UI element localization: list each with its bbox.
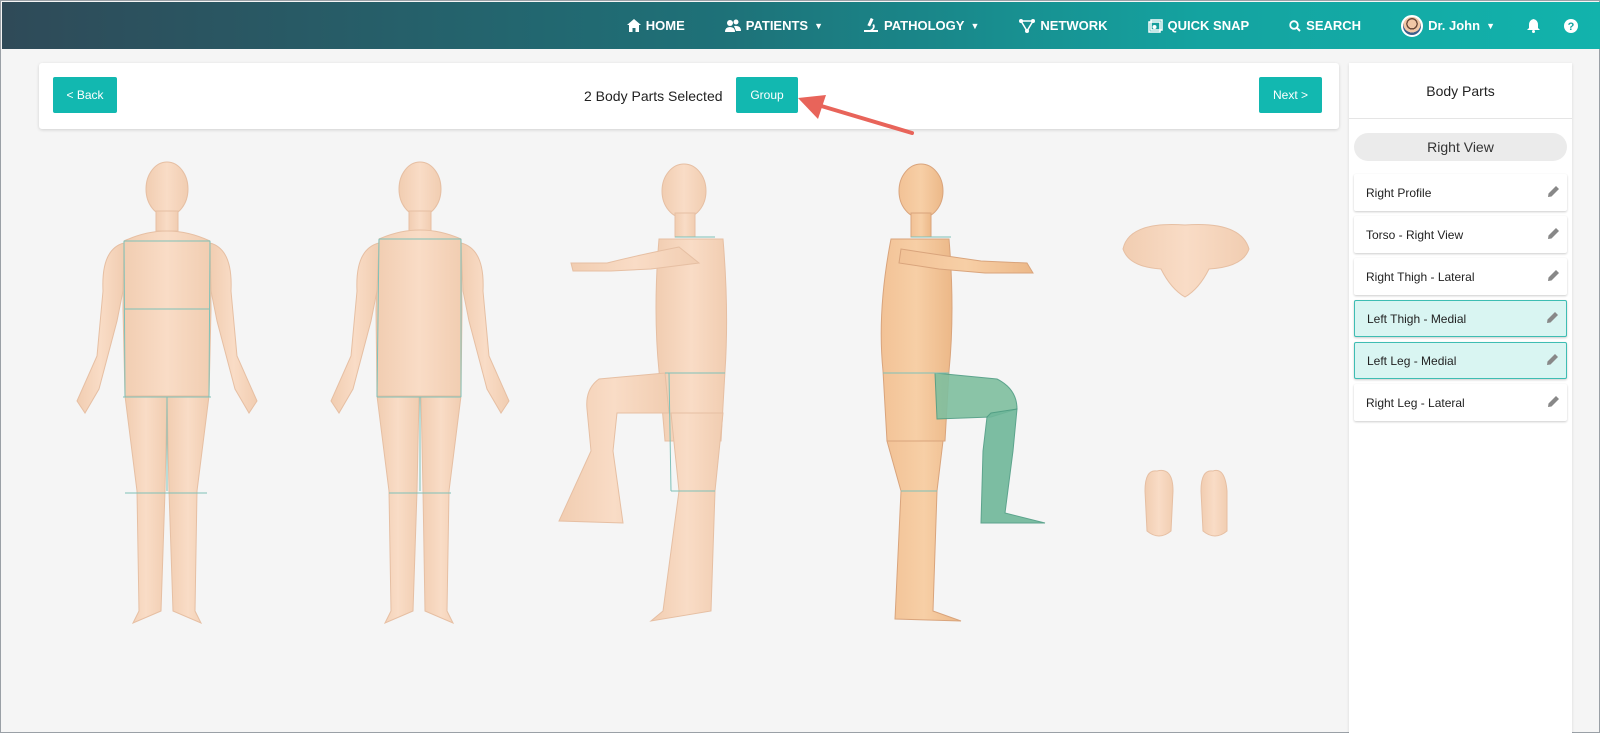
home-icon	[626, 19, 641, 32]
group-button[interactable]: Group	[736, 77, 798, 113]
nav-quick-snap[interactable]: QUICK SNAP	[1128, 2, 1270, 49]
top-navbar: HOME PATIENTS ▼ PATHOLOGY ▼ NETWORK QUIC…	[2, 2, 1600, 49]
chevron-down-icon: ▼	[1486, 20, 1495, 31]
app-frame: HOME PATIENTS ▼ PATHOLOGY ▼ NETWORK QUIC…	[0, 0, 1600, 733]
body-part-label: Right Profile	[1366, 185, 1432, 200]
body-parts-panel: Body Parts Right View Right Profile Torso…	[1349, 63, 1572, 733]
body-part-label: Torso - Right View	[1366, 227, 1464, 242]
feet-soles-view[interactable]	[1144, 469, 1228, 537]
body-part-label: Right Leg - Lateral	[1366, 395, 1465, 410]
pencil-icon[interactable]	[1548, 395, 1559, 410]
bell-icon	[1527, 18, 1540, 33]
panel-title: Body Parts	[1349, 63, 1572, 119]
help-button[interactable]: ?	[1552, 2, 1590, 49]
view-selector[interactable]: Right View	[1354, 133, 1567, 161]
pencil-icon[interactable]	[1548, 185, 1559, 200]
patients-icon	[724, 19, 741, 32]
body-part-item[interactable]: Right Leg - Lateral	[1354, 384, 1567, 421]
body-part-item[interactable]: Right Profile	[1354, 174, 1567, 211]
annotation-arrow	[798, 95, 914, 135]
body-part-item[interactable]: Left Thigh - Medial	[1354, 300, 1567, 337]
back-button[interactable]: < Back	[53, 77, 117, 113]
nav-user-menu[interactable]: Dr. John ▼	[1381, 2, 1515, 49]
body-part-label: Left Leg - Medial	[1367, 353, 1457, 368]
head-top-view[interactable]	[1122, 224, 1250, 298]
nav-home[interactable]: HOME	[607, 2, 705, 49]
body-part-item[interactable]: Left Leg - Medial	[1354, 342, 1567, 379]
nav-network-label: NETWORK	[1040, 18, 1108, 33]
pencil-icon[interactable]	[1547, 311, 1558, 326]
svg-text:?: ?	[1568, 21, 1575, 33]
pathology-icon	[864, 18, 879, 32]
body-back-figure[interactable]	[330, 161, 510, 624]
selection-toolbar: < Back 2 Body Parts Selected Group Next …	[39, 63, 1339, 129]
nav-home-label: HOME	[645, 18, 685, 33]
pencil-icon[interactable]	[1548, 227, 1559, 242]
body-part-list: Right Profile Torso - Right View Right Thi…	[1354, 174, 1567, 421]
nav-user-label: Dr. John	[1428, 18, 1481, 33]
notifications-button[interactable]	[1515, 2, 1552, 49]
avatar	[1401, 14, 1424, 37]
nav-pathology-label: PATHOLOGY	[884, 18, 965, 33]
quick-snap-icon	[1147, 18, 1163, 33]
nav-pathology[interactable]: PATHOLOGY ▼	[843, 2, 999, 49]
nav-network[interactable]: NETWORK	[999, 2, 1127, 49]
body-part-item[interactable]: Torso - Right View	[1354, 216, 1567, 253]
pencil-icon[interactable]	[1548, 269, 1559, 284]
body-part-label: Right Thigh - Lateral	[1366, 269, 1475, 284]
selected-left-leg-region[interactable]	[980, 408, 1046, 524]
next-button[interactable]: Next >	[1259, 77, 1322, 113]
body-front-figure[interactable]	[76, 161, 258, 624]
body-map	[76, 161, 1250, 624]
selection-count: 2 Body Parts Selected	[584, 88, 723, 104]
search-icon	[1289, 19, 1301, 32]
body-left-side-figure[interactable]	[558, 163, 728, 622]
help-icon: ?	[1564, 18, 1578, 33]
nav-quick-snap-label: QUICK SNAP	[1167, 18, 1250, 33]
body-part-label: Left Thigh - Medial	[1367, 311, 1467, 326]
nav-search-label: SEARCH	[1306, 18, 1362, 33]
nav-patients[interactable]: PATIENTS ▼	[705, 2, 843, 49]
body-part-item[interactable]: Right Thigh - Lateral	[1354, 258, 1567, 295]
chevron-down-icon: ▼	[814, 20, 824, 31]
chevron-down-icon: ▼	[970, 20, 980, 31]
nav-search[interactable]: SEARCH	[1269, 2, 1381, 49]
nav-patients-label: PATIENTS	[745, 18, 809, 33]
network-icon	[1019, 18, 1036, 33]
pencil-icon[interactable]	[1547, 353, 1558, 368]
